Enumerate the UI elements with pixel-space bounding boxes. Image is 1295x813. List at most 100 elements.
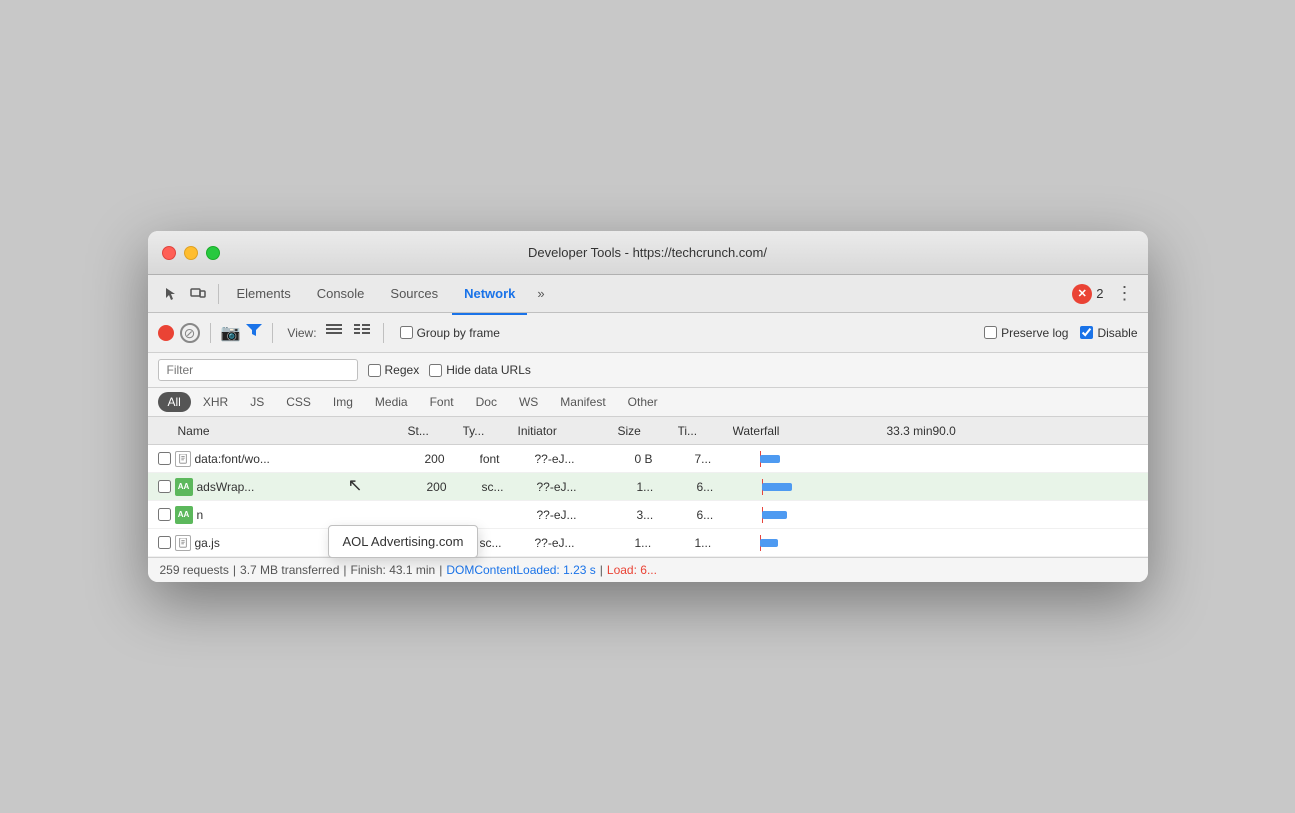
row-size: 3...	[637, 508, 697, 522]
col-header-type[interactable]: Ty...	[463, 424, 518, 438]
list-view-button[interactable]	[323, 321, 345, 344]
row-initiator: ??-eJ...	[537, 480, 637, 494]
filter-icon[interactable]	[246, 323, 262, 342]
tab-more-button[interactable]: »	[529, 282, 552, 305]
filter-js-button[interactable]: JS	[240, 392, 274, 412]
table-body: data:font/wo... 200 font ??-eJ... 0 B 7.…	[148, 445, 1148, 557]
traffic-lights	[162, 246, 220, 260]
domain-tooltip: AOL Advertising.com	[328, 525, 479, 558]
preserve-log-label: Preserve log	[1001, 326, 1068, 340]
row-waterfall	[750, 451, 870, 467]
table-row[interactable]: AA adsWrap... 200 sc... ??-eJ... 1... 6.…	[148, 473, 1148, 501]
tab-console[interactable]: Console	[305, 280, 377, 307]
screenshot-button[interactable]: 📷	[221, 323, 241, 343]
disable-cache-checkbox[interactable]	[1080, 326, 1093, 339]
filter-all-button[interactable]: All	[158, 392, 191, 412]
tabs-container: Elements Console Sources Network »	[225, 280, 1073, 307]
hide-data-urls-checkbox[interactable]	[429, 364, 442, 377]
row-type: font	[480, 452, 535, 466]
window-title: Developer Tools - https://techcrunch.com…	[528, 245, 767, 260]
error-indicator: ✕ 2	[1072, 284, 1103, 304]
network-toolbar: ⊘ 📷 View:	[148, 313, 1148, 353]
table-row[interactable]: ga.js 200 sc... ??-eJ... 1... 1...	[148, 529, 1148, 557]
row-checkbox[interactable]	[158, 508, 171, 521]
regex-checkbox[interactable]	[368, 364, 381, 377]
col-header-size[interactable]: Size	[618, 424, 678, 438]
row-checkbox[interactable]	[158, 452, 171, 465]
group-by-frame-option: Group by frame	[400, 326, 500, 340]
error-icon: ✕	[1072, 284, 1092, 304]
table-header: Name St... Ty... Initiator Size Ti... Wa…	[148, 417, 1148, 445]
toolbar-separator-3	[383, 323, 384, 343]
close-button[interactable]	[162, 246, 176, 260]
filter-other-button[interactable]: Other	[618, 392, 668, 412]
error-count: 2	[1096, 286, 1103, 301]
row-waterfall	[750, 535, 870, 551]
devtools-window: Developer Tools - https://techcrunch.com…	[148, 231, 1148, 582]
tab-sources[interactable]: Sources	[378, 280, 450, 307]
row-status: 200	[427, 480, 482, 494]
row-type: sc...	[480, 536, 535, 550]
cursor-tool-button[interactable]	[156, 280, 184, 308]
record-button[interactable]	[158, 325, 174, 341]
status-separator-4: |	[600, 563, 603, 577]
filter-media-button[interactable]: Media	[365, 392, 418, 412]
filter-css-button[interactable]: CSS	[276, 392, 321, 412]
type-filter-bar: All XHR JS CSS Img Media Font Doc WS Man…	[148, 388, 1148, 417]
row-initiator: ??-eJ...	[535, 452, 635, 466]
request-count: 259 requests	[160, 563, 229, 577]
tab-bar-right: ✕ 2 ⋮	[1072, 281, 1139, 306]
row-checkbox[interactable]	[158, 480, 171, 493]
filter-manifest-button[interactable]: Manifest	[550, 392, 615, 412]
row-time: 6...	[697, 480, 752, 494]
aa-icon: AA	[175, 506, 193, 524]
col-header-time[interactable]: Ti...	[678, 424, 733, 438]
domcontentloaded-time: DOMContentLoaded: 1.23 s	[446, 563, 595, 577]
clear-button[interactable]: ⊘	[180, 323, 200, 343]
col-header-maxtime: 90.0	[933, 424, 1138, 438]
minimize-button[interactable]	[184, 246, 198, 260]
row-time: 7...	[695, 452, 750, 466]
filter-doc-button[interactable]: Doc	[466, 392, 507, 412]
filter-options: Regex Hide data URLs	[368, 363, 531, 377]
row-checkbox[interactable]	[158, 536, 171, 549]
tab-elements[interactable]: Elements	[225, 280, 303, 307]
maximize-button[interactable]	[206, 246, 220, 260]
toolbar-separator-2	[272, 323, 273, 343]
col-header-status[interactable]: St...	[408, 424, 463, 438]
filter-font-button[interactable]: Font	[420, 392, 464, 412]
device-toggle-button[interactable]	[184, 280, 212, 308]
hide-data-urls-label: Hide data URLs	[446, 363, 531, 377]
row-time: 1...	[695, 536, 750, 550]
tree-view-button[interactable]	[351, 321, 373, 344]
status-separator-1: |	[233, 563, 236, 577]
row-type: sc...	[482, 480, 537, 494]
row-status: 200	[425, 452, 480, 466]
tab-network[interactable]: Network	[452, 280, 527, 307]
hide-data-urls-option[interactable]: Hide data URLs	[429, 363, 531, 377]
filter-bar: Regex Hide data URLs	[148, 353, 1148, 388]
load-time: Load: 6...	[607, 563, 657, 577]
row-waterfall	[752, 507, 872, 523]
regex-option[interactable]: Regex	[368, 363, 420, 377]
col-header-initiator[interactable]: Initiator	[518, 424, 618, 438]
col-header-name[interactable]: Name	[178, 424, 408, 438]
table-row[interactable]: data:font/wo... 200 font ??-eJ... 0 B 7.…	[148, 445, 1148, 473]
kebab-menu-button[interactable]: ⋮	[1110, 281, 1140, 306]
status-separator-3: |	[439, 563, 442, 577]
regex-label: Regex	[385, 363, 420, 377]
row-size: 1...	[635, 536, 695, 550]
filter-input[interactable]	[167, 363, 349, 377]
preserve-log-checkbox[interactable]	[984, 326, 997, 339]
group-by-frame-checkbox[interactable]	[400, 326, 413, 339]
group-by-frame-label: Group by frame	[417, 326, 500, 340]
table-row[interactable]: AA n ??-eJ... 3... 6... AOL Advertising.…	[148, 501, 1148, 529]
row-time: 6...	[697, 508, 752, 522]
col-header-mintime: 33.3 min	[853, 424, 933, 438]
filter-xhr-button[interactable]: XHR	[193, 392, 238, 412]
col-header-waterfall[interactable]: Waterfall	[733, 424, 853, 438]
filter-ws-button[interactable]: WS	[509, 392, 548, 412]
toolbar-separator-1	[210, 323, 211, 343]
filter-img-button[interactable]: Img	[323, 392, 363, 412]
toolbar-right: Preserve log Disable	[984, 326, 1137, 340]
